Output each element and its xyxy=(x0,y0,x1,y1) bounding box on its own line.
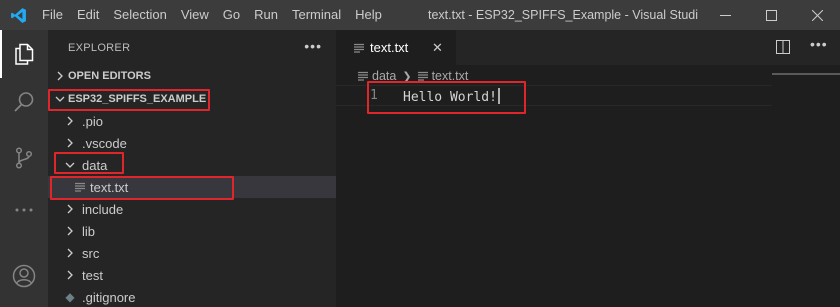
tree-item-label: src xyxy=(82,245,100,261)
search-activity-button[interactable] xyxy=(0,78,48,126)
close-window-button[interactable] xyxy=(794,0,840,30)
maximize-button[interactable] xyxy=(748,0,794,30)
menu-bar: File Edit Selection View Go Run Terminal… xyxy=(36,0,389,30)
tree-item-label: .pio xyxy=(82,113,103,129)
menu-terminal[interactable]: Terminal xyxy=(285,0,348,30)
maximize-icon xyxy=(765,9,777,21)
highlight-box-data-folder xyxy=(54,152,124,174)
editor-area: text.txt ✕ ••• data ❯ text.txt 1 Hello W… xyxy=(336,30,840,307)
highlight-box-project xyxy=(48,89,210,111)
split-editor-icon[interactable] xyxy=(776,40,790,54)
close-icon xyxy=(811,9,823,21)
activity-bar xyxy=(0,30,48,307)
vscode-logo-icon xyxy=(0,0,36,30)
account-icon xyxy=(12,264,36,288)
tree-folder-test[interactable]: test xyxy=(48,264,336,286)
tree-item-label: .vscode xyxy=(82,135,127,151)
tree-folder-src[interactable]: src xyxy=(48,242,336,264)
chevron-right-icon xyxy=(62,242,78,264)
tab-label: text.txt xyxy=(370,40,409,55)
more-activity-button[interactable] xyxy=(0,186,48,234)
chevron-right-icon xyxy=(62,132,78,154)
source-control-activity-button[interactable] xyxy=(0,134,48,182)
tab-text-txt[interactable]: text.txt ✕ xyxy=(336,30,456,65)
menu-help[interactable]: Help xyxy=(348,0,389,30)
menu-run[interactable]: Run xyxy=(247,0,285,30)
explorer-more-actions-icon[interactable]: ••• xyxy=(304,38,322,54)
search-icon xyxy=(14,92,34,112)
text-file-icon xyxy=(354,43,364,53)
menu-view[interactable]: View xyxy=(174,0,216,30)
chevron-right-icon xyxy=(62,198,78,220)
highlight-box-code xyxy=(367,81,526,114)
open-editors-label: OPEN EDITORS xyxy=(68,70,151,82)
window-controls xyxy=(702,0,840,30)
tree-folder-include[interactable]: include xyxy=(48,198,336,220)
files-icon xyxy=(15,43,34,65)
folder-icon xyxy=(358,71,368,81)
editor-more-actions-icon[interactable]: ••• xyxy=(810,36,828,52)
more-icon xyxy=(15,208,33,212)
menu-edit[interactable]: Edit xyxy=(70,0,106,30)
explorer-header: EXPLORER ••• xyxy=(48,30,336,65)
explorer-title: EXPLORER xyxy=(68,41,131,54)
editor-tab-bar: text.txt ✕ ••• xyxy=(336,30,840,65)
window-title: text.txt - ESP32_SPIFFS_Example - Visual… xyxy=(428,8,698,22)
close-tab-icon[interactable]: ✕ xyxy=(432,40,443,56)
title-bar: File Edit Selection View Go Run Terminal… xyxy=(0,0,840,30)
chevron-right-icon xyxy=(62,264,78,286)
chevron-right-icon xyxy=(62,110,78,132)
menu-selection[interactable]: Selection xyxy=(106,0,173,30)
accounts-activity-button[interactable] xyxy=(0,252,48,300)
gitignore-icon: ◆ xyxy=(65,290,75,304)
tree-item-label: test xyxy=(82,267,103,283)
minimize-button[interactable] xyxy=(702,0,748,30)
tree-item-label: lib xyxy=(82,223,96,239)
highlight-box-text-file xyxy=(50,176,234,200)
tree-file-gitignore[interactable]: ◆ .gitignore xyxy=(48,286,336,307)
source-control-icon xyxy=(15,147,33,169)
explorer-activity-button[interactable] xyxy=(0,30,48,78)
tree-item-label: include xyxy=(82,201,124,217)
chevron-right-icon xyxy=(52,65,68,87)
minimap-slider[interactable] xyxy=(772,73,840,75)
tree-folder-pio[interactable]: .pio xyxy=(48,110,336,132)
tree-folder-vscode[interactable]: .vscode xyxy=(48,132,336,154)
active-indicator xyxy=(0,30,2,78)
minimize-icon xyxy=(719,14,731,16)
menu-go[interactable]: Go xyxy=(216,0,247,30)
tree-item-label: .gitignore xyxy=(82,289,136,305)
chevron-right-icon xyxy=(62,220,78,242)
tree-folder-lib[interactable]: lib xyxy=(48,220,336,242)
open-editors-section[interactable]: OPEN EDITORS xyxy=(48,65,336,87)
text-file-icon xyxy=(417,71,428,81)
menu-file[interactable]: File xyxy=(36,0,70,30)
